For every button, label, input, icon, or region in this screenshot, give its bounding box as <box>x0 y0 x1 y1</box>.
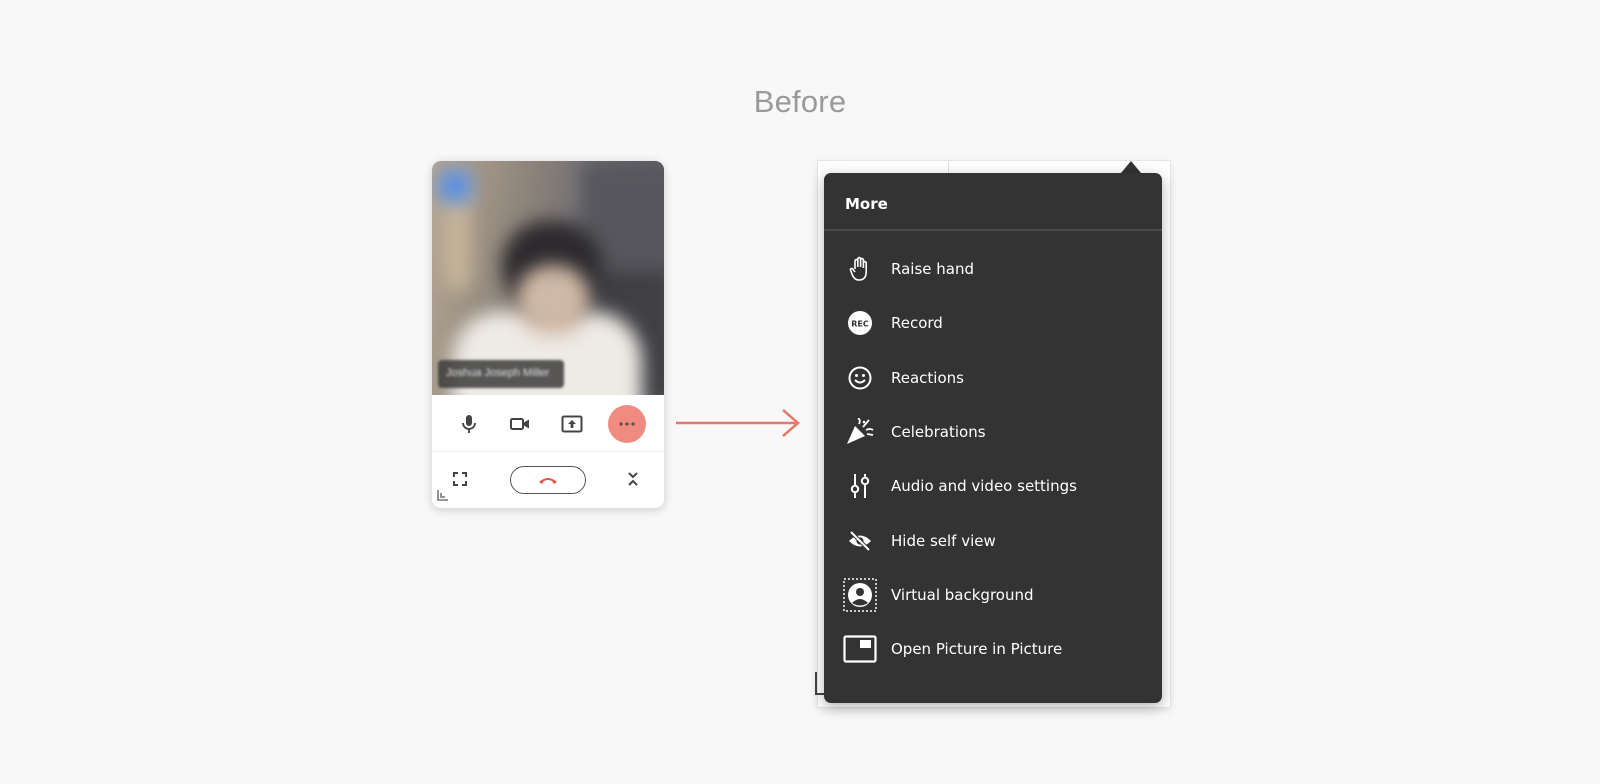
fullscreen-button[interactable] <box>449 468 471 490</box>
menu-item-reactions[interactable]: Reactions <box>824 351 1162 405</box>
call-toolbar <box>432 395 664 452</box>
present-screen-button[interactable] <box>553 405 591 443</box>
resize-handle[interactable] <box>435 487 451 503</box>
mini-call-window: Joshua Joseph Miller <box>432 161 664 508</box>
fullscreen-icon <box>453 472 467 486</box>
more-options-button[interactable] <box>608 405 646 443</box>
menu-item-picture-in-picture[interactable]: Open Picture in Picture <box>824 622 1162 676</box>
microphone-icon <box>462 415 476 433</box>
picture-in-picture-icon <box>843 632 877 666</box>
more-dots-icon <box>619 422 635 426</box>
settings-sliders-icon <box>843 469 877 503</box>
menu-item-hide-self-view[interactable]: Hide self view <box>824 513 1162 567</box>
hang-up-button[interactable] <box>510 466 586 494</box>
menu-item-raise-hand[interactable]: Raise hand <box>824 242 1162 296</box>
more-options-menu: More Raise hand REC Record Reactions Cel… <box>824 173 1162 703</box>
menu-item-audio-video-settings[interactable]: Audio and video settings <box>824 459 1162 513</box>
call-bottom-bar <box>432 452 664 508</box>
collapse-button[interactable] <box>622 468 644 490</box>
participant-badge <box>438 169 472 203</box>
transition-arrow-icon <box>676 409 800 437</box>
section-heading: Before <box>753 84 847 119</box>
menu-item-celebrations[interactable]: Celebrations <box>824 405 1162 459</box>
menu-list: Raise hand REC Record Reactions Celebrat… <box>824 242 1162 676</box>
present-screen-icon <box>561 415 583 433</box>
eye-off-icon <box>843 524 877 558</box>
microphone-button[interactable] <box>450 405 488 443</box>
svg-text:REC: REC <box>851 320 869 329</box>
participant-video: Joshua Joseph Miller <box>432 161 664 395</box>
record-icon: REC <box>843 306 877 340</box>
virtual-background-icon <box>843 578 877 612</box>
menu-item-record[interactable]: REC Record <box>824 296 1162 350</box>
menu-divider <box>824 229 1162 231</box>
resize-corner-icon <box>437 490 448 501</box>
camera-icon <box>510 418 529 430</box>
reactions-icon <box>843 361 877 395</box>
celebrations-icon <box>843 415 877 449</box>
camera-button[interactable] <box>501 405 539 443</box>
collapse-chevrons-icon <box>628 472 638 486</box>
participant-name-label: Joshua Joseph Miller <box>438 360 564 388</box>
menu-item-virtual-background[interactable]: Virtual background <box>824 568 1162 622</box>
menu-title: More <box>845 195 888 213</box>
menu-caret <box>1121 161 1141 173</box>
hang-up-icon <box>539 478 557 484</box>
raise-hand-icon <box>843 252 877 286</box>
